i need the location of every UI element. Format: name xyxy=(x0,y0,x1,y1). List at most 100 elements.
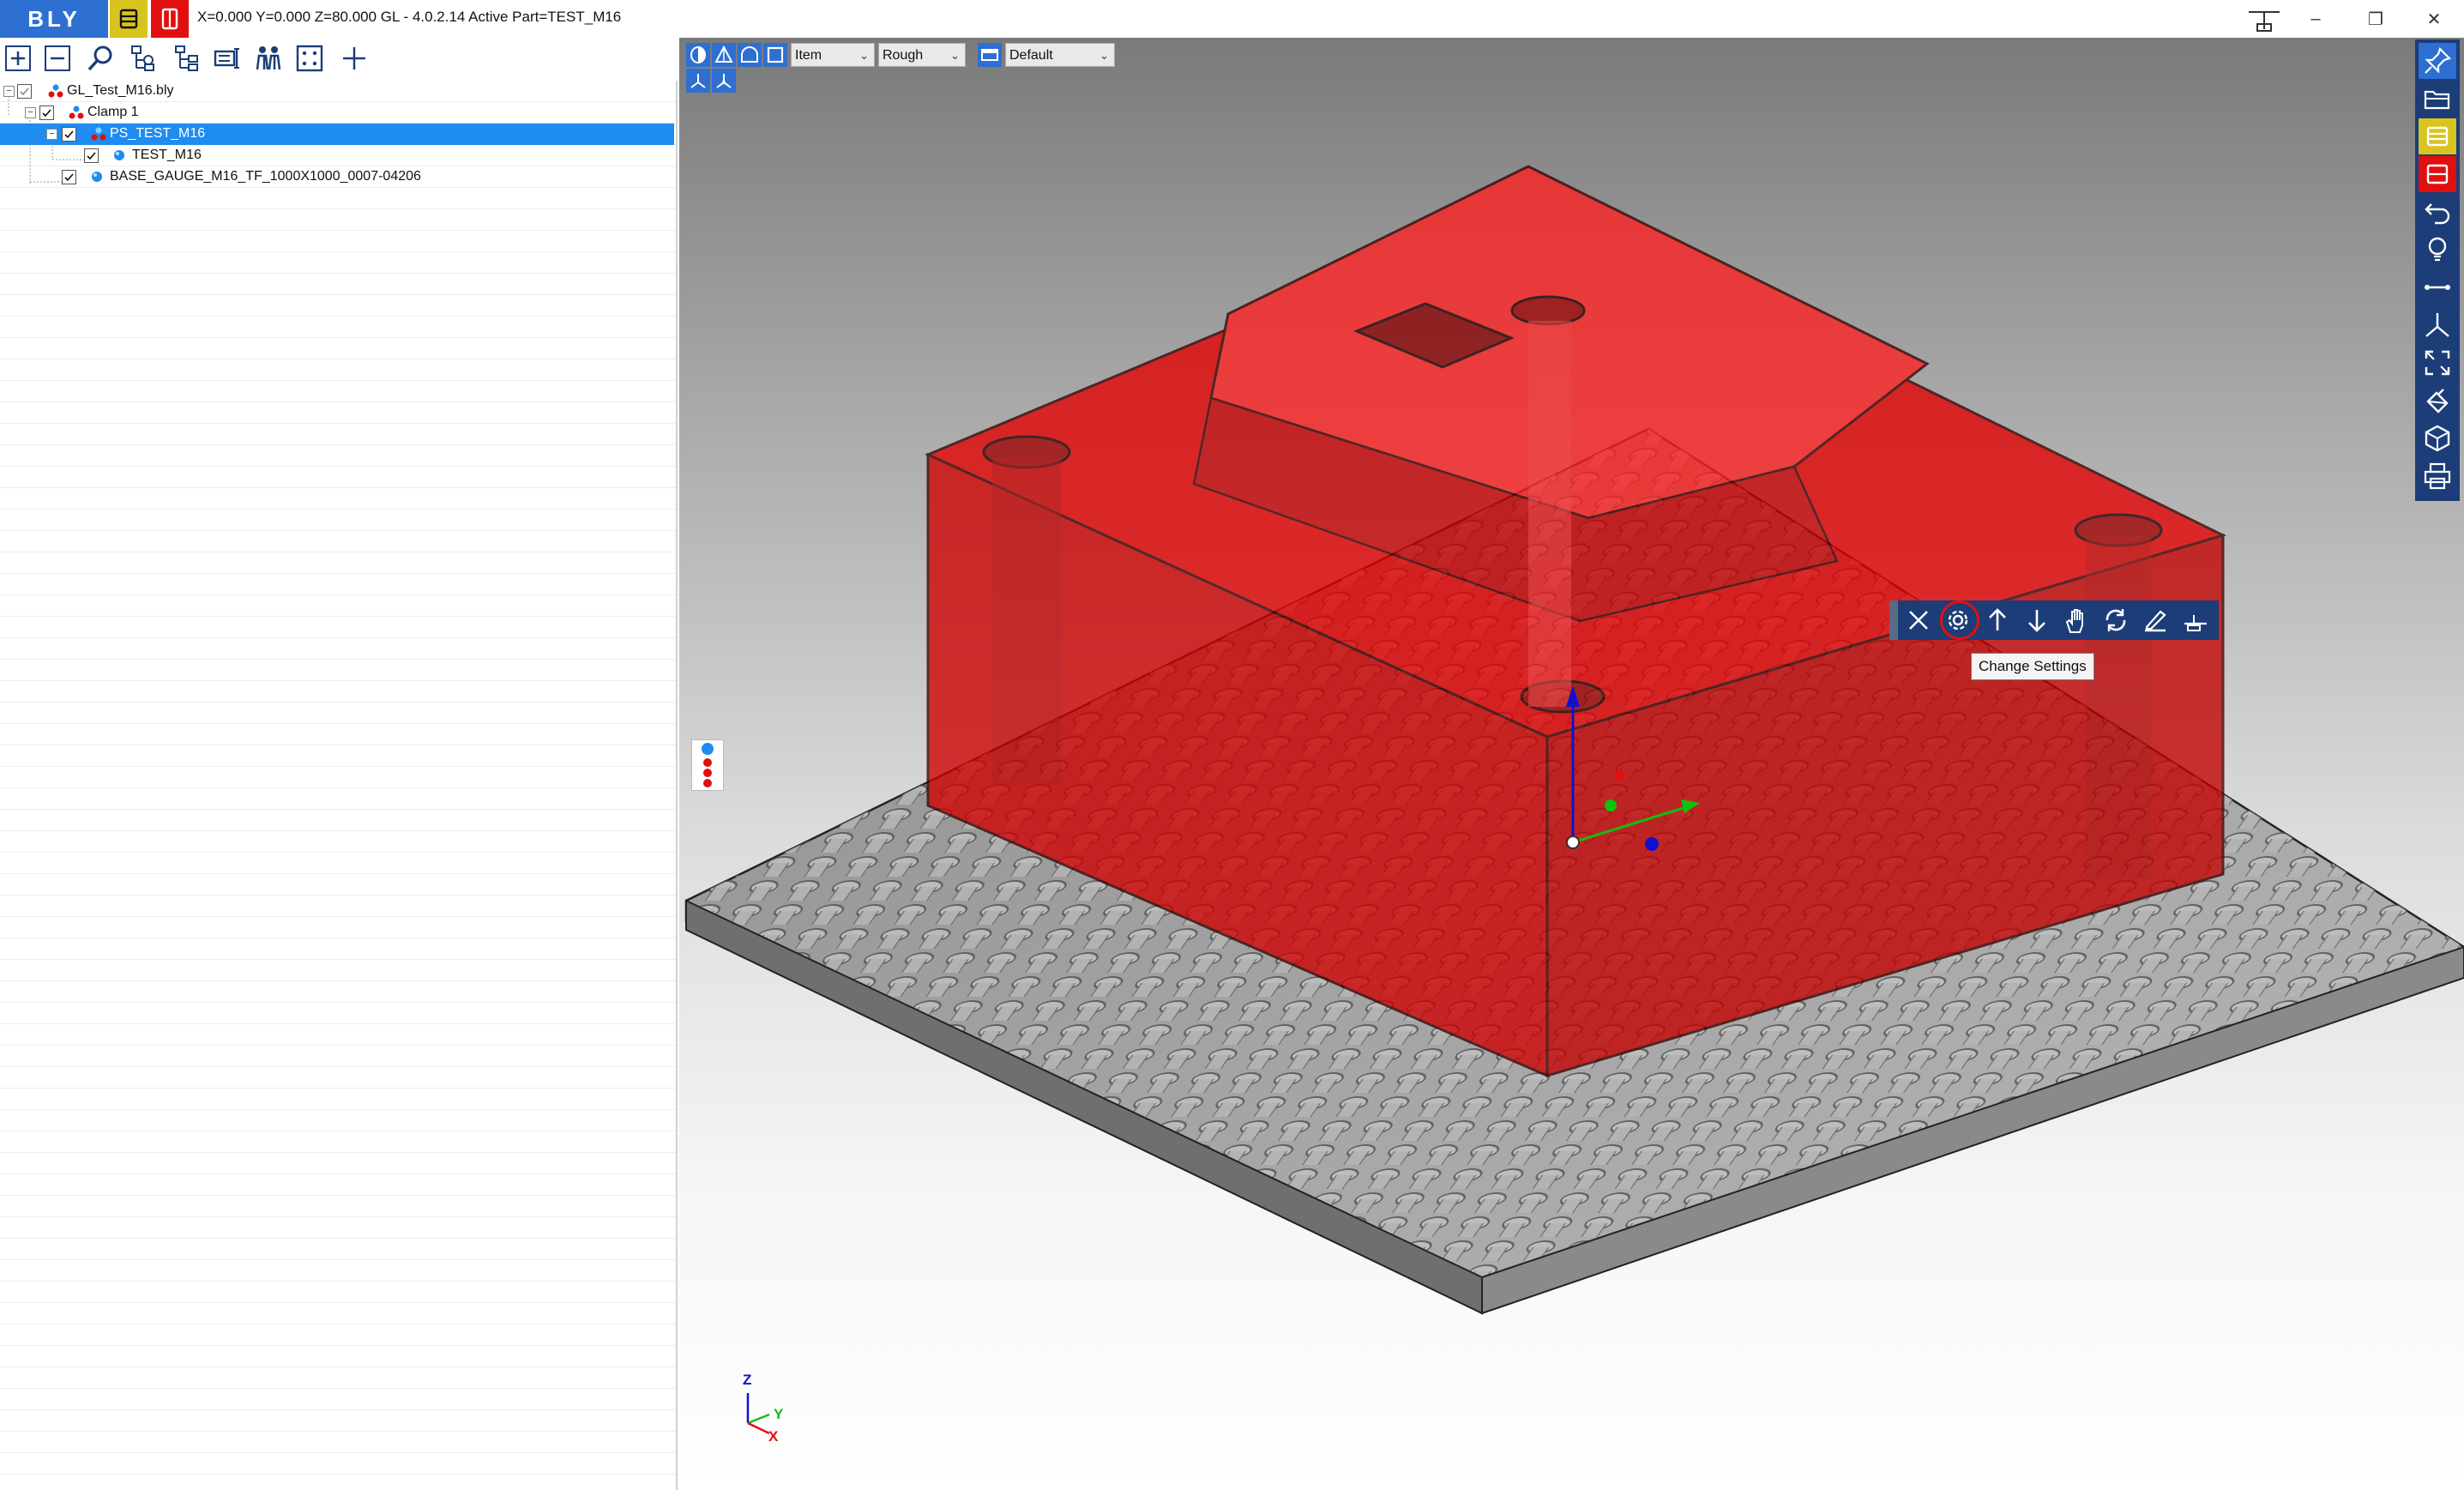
collapse-all-button[interactable] xyxy=(39,41,75,75)
part-tree: − GL_Test_M16.bly − Clamp 1 − PS_TEST_M1… xyxy=(0,81,678,1490)
edit-icon xyxy=(2145,610,2166,632)
tree-item-gl-test[interactable]: − GL_Test_M16.bly xyxy=(0,81,674,102)
close-window-button[interactable]: ✕ xyxy=(2404,0,2464,38)
3d-viewport[interactable]: Item ⌄ Rough ⌄ Default ⌄ Z Y X xyxy=(679,38,2464,1490)
gauge-yellow-tool-button[interactable] xyxy=(2419,118,2456,154)
tree-checkbox[interactable] xyxy=(39,106,54,120)
tree-item-label: TEST_M16 xyxy=(132,148,202,162)
gauge-red-icon xyxy=(161,8,178,30)
lightbulb-icon xyxy=(2428,237,2447,262)
hand-icon xyxy=(2065,609,2083,633)
add-button[interactable] xyxy=(336,41,372,75)
tree-expander[interactable]: − xyxy=(46,129,57,140)
axis-x-label: X xyxy=(768,1428,779,1445)
fit-all-button[interactable] xyxy=(2419,345,2456,381)
gauge-red-icon xyxy=(2426,164,2449,184)
part-icon xyxy=(114,150,124,160)
find-button[interactable] xyxy=(82,41,118,75)
properties-icon xyxy=(214,48,239,69)
open-folder-icon xyxy=(2424,90,2450,110)
users-button[interactable] xyxy=(250,41,286,75)
paint-bucket-button[interactable] xyxy=(2419,383,2456,419)
move-down-button[interactable] xyxy=(2020,604,2054,636)
toolbar-grip[interactable] xyxy=(1889,600,1898,640)
print-button[interactable] xyxy=(2419,458,2456,494)
undo-icon xyxy=(2425,203,2450,225)
gauge-yellow-button[interactable] xyxy=(110,0,148,38)
cube-button[interactable] xyxy=(2419,420,2456,456)
highlight-ring xyxy=(1940,600,1979,640)
tree-item-label: BASE_GAUGE_M16_TF_1000X1000_0007-04206 xyxy=(110,169,421,184)
rotate-icon xyxy=(2106,609,2126,631)
tree-structure-icon xyxy=(131,45,154,71)
pin-indicator[interactable] xyxy=(691,739,724,791)
gauge-small-icon xyxy=(2184,615,2207,631)
part-set-icon xyxy=(91,127,106,141)
properties-button[interactable] xyxy=(209,41,245,75)
gauge-small-icon xyxy=(2245,3,2283,34)
part-icon xyxy=(92,172,102,182)
undo-button[interactable] xyxy=(2419,194,2456,230)
coordinate-axis-button[interactable] xyxy=(2419,307,2456,343)
move-up-button[interactable] xyxy=(1980,604,2015,636)
edit-button[interactable] xyxy=(2138,604,2172,636)
tree-branch-button[interactable] xyxy=(168,41,204,75)
expand-all-button[interactable] xyxy=(0,41,36,75)
tree-expander[interactable]: − xyxy=(3,86,15,97)
axis-indicator: Z Y X xyxy=(731,1363,799,1445)
tree-item-label: GL_Test_M16.bly xyxy=(67,83,174,98)
part-context-toolbar xyxy=(1889,600,2219,640)
tree-item-ps-test[interactable]: − PS_TEST_M16 xyxy=(0,124,674,145)
tree-item-label: PS_TEST_M16 xyxy=(110,126,206,141)
clamp-icon xyxy=(69,106,84,119)
gauge-yellow-icon xyxy=(119,9,138,29)
pan-button[interactable] xyxy=(2059,604,2093,636)
close-icon xyxy=(1909,611,1928,630)
tree-checkbox[interactable] xyxy=(84,148,99,163)
tree-checkbox[interactable] xyxy=(17,84,32,99)
coordinate-axis-icon xyxy=(2425,313,2449,337)
measure-button[interactable] xyxy=(2419,269,2456,305)
expand-all-icon xyxy=(5,45,31,71)
rotate-button[interactable] xyxy=(2099,604,2133,636)
title-bar: BLY X=0.000 Y=0.000 Z=80.000 GL - 4.0.2.… xyxy=(0,0,2464,38)
arrow-up-icon xyxy=(1989,608,2006,630)
pin-icon xyxy=(2425,46,2452,74)
tree-item-clamp[interactable]: − Clamp 1 xyxy=(0,102,674,124)
status-line: X=0.000 Y=0.000 Z=80.000 GL - 4.0.2.14 A… xyxy=(197,9,622,25)
pin-button[interactable] xyxy=(2419,43,2456,79)
assembly-icon xyxy=(48,84,63,98)
lightbulb-button[interactable] xyxy=(2419,232,2456,268)
change-settings-tooltip: Change Settings xyxy=(1971,653,2094,680)
fit-selection-button[interactable] xyxy=(292,41,328,75)
app-logo: BLY xyxy=(0,0,108,38)
tree-item-test-m16[interactable]: TEST_M16 xyxy=(0,145,674,166)
tree-structure-button[interactable] xyxy=(125,41,161,75)
right-toolbar xyxy=(2415,39,2460,501)
find-icon xyxy=(87,45,112,71)
cube-icon xyxy=(2425,425,2450,452)
pin-stack-icon xyxy=(702,743,714,787)
arrow-down-icon xyxy=(2028,610,2045,632)
restore-button[interactable]: ❐ xyxy=(2346,0,2406,38)
gauge-red-tool-button[interactable] xyxy=(2419,156,2456,192)
collapse-all-icon xyxy=(45,45,70,71)
measure-icon xyxy=(2425,285,2450,290)
users-icon xyxy=(256,46,281,70)
axis-z-label: Z xyxy=(743,1372,752,1388)
paint-bucket-icon xyxy=(2426,389,2449,413)
tree-checkbox[interactable] xyxy=(62,170,76,184)
gauge-small-button[interactable] xyxy=(2178,604,2212,636)
fit-all-icon xyxy=(2425,350,2450,376)
open-folder-button[interactable] xyxy=(2419,81,2456,117)
gauge-yellow-icon xyxy=(2426,126,2449,147)
tree-expander[interactable]: − xyxy=(25,107,36,118)
close-context-button[interactable] xyxy=(1901,604,1936,636)
tree-item-base-gauge[interactable]: BASE_GAUGE_M16_TF_1000X1000_0007-04206 xyxy=(0,166,674,188)
axis-y-label: Y xyxy=(774,1406,784,1422)
add-icon xyxy=(343,47,365,69)
gauge-red-button[interactable] xyxy=(151,0,189,38)
minimize-button[interactable]: – xyxy=(2286,0,2346,38)
tree-checkbox[interactable] xyxy=(62,127,76,142)
tree-item-label: Clamp 1 xyxy=(87,105,139,119)
